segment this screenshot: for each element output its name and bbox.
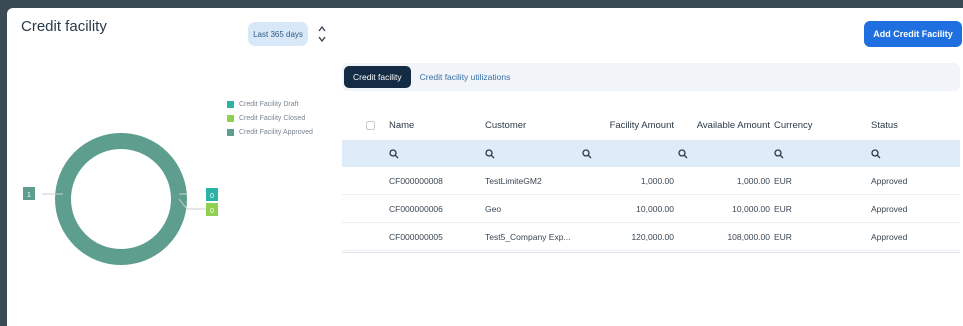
select-all-checkbox[interactable] <box>366 121 375 130</box>
donut-chart: 1 0 0 <box>23 133 218 265</box>
cell-name: CF000000006 <box>389 203 443 214</box>
column-header-available-amount[interactable]: Available Amount <box>674 111 770 140</box>
customer-filter[interactable] <box>485 141 495 167</box>
donut-slice-approved[interactable] <box>55 133 187 265</box>
table-header-row: Name Customer Facility Amount Available … <box>342 111 960 141</box>
legend-label: Credit Facility Approved <box>239 128 313 136</box>
credit-facility-table: Name Customer Facility Amount Available … <box>342 111 960 253</box>
table-row[interactable]: CF000000006 Geo 10,000.00 10,000.00 EUR … <box>342 195 960 223</box>
column-header-customer[interactable]: Customer <box>485 111 526 140</box>
data-label-approved: 1 <box>27 192 31 199</box>
search-icon <box>871 149 881 159</box>
column-header-name[interactable]: Name <box>389 111 414 140</box>
cell-available-amount: 108,000.00 <box>727 231 770 242</box>
select-all-cell <box>366 111 375 140</box>
search-icon <box>582 149 592 159</box>
table-row[interactable]: CF000000005 Test5_Company Exp... 120,000… <box>342 223 960 251</box>
cell-facility-amount: 10,000.00 <box>636 203 674 214</box>
cell-facility-amount: 1,000.00 <box>640 175 674 186</box>
table-row[interactable]: CF000000008 TestLimiteGM2 1,000.00 1,000… <box>342 167 960 195</box>
cell-name: CF000000005 <box>389 231 443 242</box>
cell-customer: Test5_Company Exp... <box>485 231 571 242</box>
tab-bar: Credit facility Credit facility utilizat… <box>342 63 960 91</box>
cell-customer: TestLimiteGM2 <box>485 175 542 186</box>
cell-currency: EUR <box>774 231 792 242</box>
column-header-facility-amount[interactable]: Facility Amount <box>582 111 674 140</box>
search-icon <box>389 149 399 159</box>
status-filter[interactable] <box>871 141 881 167</box>
name-filter[interactable] <box>389 141 399 167</box>
cell-customer: Geo <box>485 203 502 214</box>
cell-status: Approved <box>871 203 908 214</box>
cell-available-amount: 1,000.00 <box>736 175 770 186</box>
search-icon <box>774 149 784 159</box>
cell-facility-amount: 120,000.00 <box>631 231 674 242</box>
add-credit-facility-button[interactable]: Add Credit Facility <box>864 21 962 47</box>
search-icon <box>485 149 495 159</box>
data-label-closed: 0 <box>210 208 214 215</box>
cell-status: Approved <box>871 231 908 242</box>
tab-credit-facility[interactable]: Credit facility <box>344 66 411 88</box>
cell-currency: EUR <box>774 203 792 214</box>
cell-status: Approved <box>871 175 908 186</box>
column-header-status[interactable]: Status <box>871 111 898 140</box>
data-label-draft: 0 <box>210 193 214 200</box>
legend-label: Credit Facility Closed <box>239 114 306 122</box>
currency-filter[interactable] <box>774 141 784 167</box>
filter-row <box>342 141 960 167</box>
cell-currency: EUR <box>774 175 792 186</box>
facility-amount-filter[interactable] <box>582 141 592 167</box>
column-header-currency[interactable]: Currency <box>774 111 813 140</box>
period-filter-button[interactable]: Last 365 days <box>248 22 308 46</box>
sort-icon[interactable] <box>316 23 328 45</box>
cell-available-amount: 10,000.00 <box>732 203 770 214</box>
cell-name: CF000000008 <box>389 175 443 186</box>
legend-label: Credit Facility Draft <box>239 100 299 108</box>
available-amount-filter[interactable] <box>678 141 688 167</box>
tab-credit-facility-utilizations[interactable]: Credit facility utilizations <box>411 66 520 88</box>
app-window: Credit facility Last 365 days Add Credit… <box>7 8 963 326</box>
search-icon <box>678 149 688 159</box>
